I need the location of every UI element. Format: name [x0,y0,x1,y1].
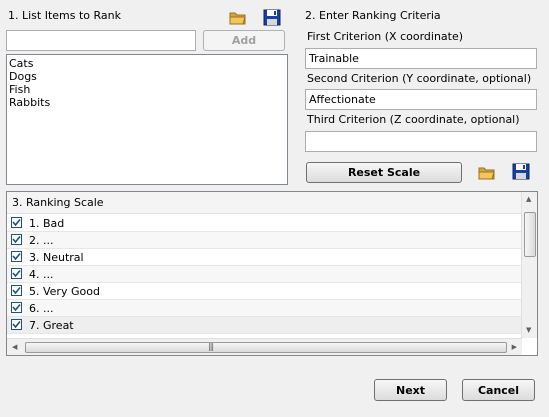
list-items-title: 1. List Items to Rank [8,9,122,22]
scale-row-label: 1. Bad [29,217,65,230]
scale-row-label: 7. Great [29,319,74,332]
list-item[interactable]: Rabbits [9,96,285,109]
second-criterion-field[interactable]: Affectionate [305,89,537,110]
criteria-title: 2. Enter Ranking Criteria [305,9,441,22]
first-criterion-field[interactable]: Trainable [305,48,537,69]
scale-row[interactable]: 6. ... [7,300,522,317]
checkbox[interactable] [11,251,22,262]
scale-row-label: 4. ... [29,268,54,281]
checkbox[interactable] [11,234,22,245]
first-criterion-label: First Criterion (X coordinate) [307,30,464,43]
scale-row-label: 5. Very Good [29,285,100,298]
list-item[interactable]: Dogs [9,70,285,83]
checkbox[interactable] [11,217,22,228]
scale-row[interactable]: 2. ... [7,232,522,249]
save-disk-icon[interactable] [512,163,530,180]
scroll-down-icon[interactable]: ▼ [526,327,531,334]
save-disk-icon[interactable] [263,9,281,26]
checkbox[interactable] [11,285,22,296]
third-criterion-field[interactable] [305,131,537,152]
scale-row[interactable]: 1. Bad [7,215,522,232]
scale-row[interactable]: 7. Great [7,317,522,334]
scale-row[interactable]: 5. Very Good [7,283,522,300]
horizontal-scroll-thumb[interactable]: ||| [25,342,507,353]
scale-row-label: 6. ... [29,302,54,315]
horizontal-scrollbar[interactable]: ◀ ||| ▶ [7,338,522,355]
third-criterion-label: Third Criterion (Z coordinate, optional) [307,113,520,126]
next-button[interactable]: Next [374,379,447,401]
checkbox[interactable] [11,302,22,313]
scroll-left-icon[interactable]: ◀ [12,344,17,351]
ranking-scale-panel: 3. Ranking Scale 1. Bad 2. ... 3. Neutra… [6,191,538,356]
list-item[interactable]: Cats [9,57,285,70]
folder-open-icon[interactable] [229,10,247,26]
item-input[interactable] [6,30,196,51]
vertical-scrollbar[interactable]: ▲ ▼ [521,192,537,338]
scroll-right-icon[interactable]: ▶ [512,344,517,351]
checkbox[interactable] [11,268,22,279]
scale-row[interactable]: 3. Neutral [7,249,522,266]
second-criterion-label: Second Criterion (Y coordinate, optional… [307,72,532,85]
scale-row[interactable]: 4. ... [7,266,522,283]
list-item[interactable]: Fish [9,83,285,96]
scroll-up-icon[interactable]: ▲ [526,196,531,203]
ranking-scale-title: 3. Ranking Scale [7,192,522,214]
cancel-button[interactable]: Cancel [462,379,535,401]
folder-open-icon[interactable] [478,165,496,181]
scale-row-label: 2. ... [29,234,54,247]
reset-scale-button[interactable]: Reset Scale [306,162,462,183]
grip-icon: ||| [208,342,214,351]
add-button[interactable]: Add [203,30,285,51]
checkbox[interactable] [11,319,22,330]
items-list[interactable]: Cats Dogs Fish Rabbits [6,54,288,185]
scale-row-label: 3. Neutral [29,251,84,264]
vertical-scroll-thumb[interactable] [524,212,536,257]
